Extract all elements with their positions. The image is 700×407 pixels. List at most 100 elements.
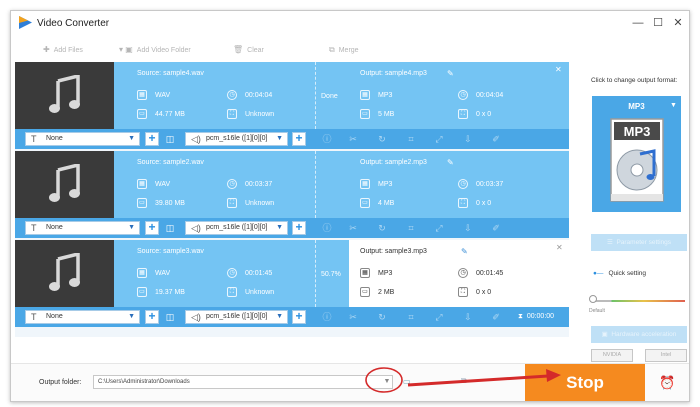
app-window: Video Converter — ☐ ✕ ✚ Add Files ▾ ▣ Add …	[10, 10, 690, 402]
audio-thumbnail	[15, 151, 114, 218]
subtitle-dropdown[interactable]: T None ▼	[25, 221, 140, 235]
add-subtitle-button[interactable]: +	[145, 221, 159, 235]
info-icon[interactable]: ⓘ	[322, 223, 332, 233]
add-subtitle-button[interactable]: +	[145, 310, 159, 324]
mp3-file-icon: MP3	[610, 118, 664, 202]
subtitle-settings-icon[interactable]: ◫	[165, 223, 175, 233]
scissors-icon[interactable]: ✂	[348, 134, 358, 144]
remove-task-icon[interactable]: ✕	[556, 243, 563, 252]
audio-track-dropdown[interactable]: ◁) pcm_s16le ([1][0][0] ▼	[185, 132, 288, 146]
task-divider	[315, 62, 316, 129]
intel-chip[interactable]: Intel	[645, 349, 687, 362]
add-video-folder-button[interactable]: ▾ ▣ Add Video Folder	[119, 44, 191, 56]
output-size: ▭ 5 MB	[360, 109, 394, 120]
effect-icon[interactable]: ⤢	[434, 223, 444, 233]
rotate-icon[interactable]: ↻	[377, 223, 387, 233]
subtitle-dropdown[interactable]: T None ▼	[25, 310, 140, 324]
edit-pen-icon[interactable]: ✐	[491, 223, 501, 233]
add-subtitle-button[interactable]: +	[145, 132, 159, 146]
minimize-button[interactable]: —	[631, 16, 645, 30]
parameter-settings-button[interactable]: ☰ Parameter settings	[591, 234, 687, 251]
crop-icon[interactable]: ⌗	[406, 134, 416, 144]
clear-button[interactable]: 🗑 Clear	[233, 44, 264, 56]
quality-slider-handle[interactable]	[589, 295, 597, 303]
maximize-button[interactable]: ☐	[651, 16, 665, 30]
edit-pen-icon[interactable]: ✐	[491, 134, 501, 144]
watermark-icon[interactable]: ⇩	[463, 134, 473, 144]
add-audio-track-button[interactable]: +	[292, 310, 306, 324]
subtitle-settings-icon[interactable]: ◫	[165, 134, 175, 144]
add-audio-track-button[interactable]: +	[292, 221, 306, 235]
output-format-selector[interactable]: MP3 ▼ MP3	[592, 96, 681, 212]
clock-icon: ◷	[458, 179, 468, 190]
source-resolution: ⛶ Unknown	[227, 198, 274, 209]
elapsed-timer: ⧗ 00:00:00	[518, 313, 555, 320]
merge-output-icon[interactable]: ⧉	[461, 376, 475, 388]
source-size: ▭ 39.80 MB	[137, 198, 185, 209]
output-resolution: ⛶ 0 x 0	[458, 109, 491, 120]
task-row[interactable]: Source: sample2.wav ▦ WAV ◷ 00:03:37 ▭ 39.8…	[15, 151, 569, 238]
speaker-icon: ◁)	[191, 312, 201, 322]
info-icon[interactable]: ⓘ	[322, 134, 332, 144]
add-audio-track-button[interactable]: +	[292, 132, 306, 146]
output-format: ▦ MP3	[360, 268, 392, 279]
open-folder-icon[interactable]: ▭	[403, 377, 417, 387]
alarm-clock-icon[interactable]: ⏰	[659, 375, 675, 391]
task-divider	[315, 240, 316, 307]
output-format: ▦ MP3	[360, 90, 392, 101]
clock-icon: ◷	[227, 268, 237, 279]
output-duration: ◷ 00:03:37	[458, 179, 503, 190]
source-size: ▭ 44.77 MB	[137, 109, 185, 120]
subtitle-dropdown[interactable]: T None ▼	[25, 132, 140, 146]
output-format: ▦ MP3	[360, 179, 392, 190]
close-button[interactable]: ✕	[671, 16, 685, 30]
hardware-acceleration-button[interactable]: ▣ Hardware acceleration	[591, 326, 687, 343]
info-icon[interactable]: ⓘ	[322, 312, 332, 322]
rotate-icon[interactable]: ↻	[377, 134, 387, 144]
quality-slider-track[interactable]	[593, 300, 685, 302]
crop-icon[interactable]: ⌗	[406, 312, 416, 322]
edit-pen-icon[interactable]: ✐	[491, 312, 501, 322]
task-row-active[interactable]: Source: sample3.wav ▦ WAV ◷ 00:01:45 ▭ 19.3…	[15, 240, 569, 327]
quick-setting: ●— Quick setting	[593, 270, 647, 277]
task-progress: 50.7%	[321, 271, 341, 278]
output-size: ▭ 4 MB	[360, 198, 394, 209]
nvidia-chip[interactable]: NVIDIA	[591, 349, 633, 362]
rotate-icon[interactable]: ↻	[377, 312, 387, 322]
subtitle-settings-icon[interactable]: ◫	[165, 312, 175, 322]
output-folder-field[interactable]: C:\Users\Administrator\Downloads	[93, 375, 393, 389]
format-icon: ▦	[137, 179, 147, 190]
audio-track-dropdown[interactable]: ◁) pcm_s16le ([1][0][0] ▼	[185, 310, 288, 324]
rename-pencil-icon[interactable]: ✎	[461, 247, 468, 256]
clock-icon: ◷	[227, 179, 237, 190]
chevron-down-icon[interactable]: ▼	[381, 377, 393, 387]
effect-icon[interactable]: ⤢	[434, 134, 444, 144]
resolution-icon: ⛶	[458, 109, 468, 120]
task-list: Source: sample4.wav ▦ WAV ◷ 00:04:04 ▭ 44.7…	[15, 62, 569, 337]
stop-button[interactable]: Stop	[525, 364, 645, 401]
remove-task-icon[interactable]: ✕	[555, 65, 562, 74]
scissors-icon[interactable]: ✂	[348, 223, 358, 233]
output-filename: Output: sample2.mp3	[360, 159, 427, 166]
hourglass-icon: ⧗	[518, 313, 523, 320]
bottom-bar: Output folder: C:\Users\Administrator\Do…	[11, 363, 689, 401]
watermark-icon[interactable]: ⇩	[463, 223, 473, 233]
audio-track-dropdown[interactable]: ◁) pcm_s16le ([1][0][0] ▼	[185, 221, 288, 235]
rename-pencil-icon[interactable]: ✎	[447, 69, 454, 78]
crop-icon[interactable]: ⌗	[406, 223, 416, 233]
scissors-icon[interactable]: ✂	[348, 312, 358, 322]
resolution-icon: ⛶	[458, 198, 468, 209]
watermark-icon[interactable]: ⇩	[463, 312, 473, 322]
rename-pencil-icon[interactable]: ✎	[447, 158, 454, 167]
selected-format: MP3	[628, 102, 645, 111]
format-icon: ▦	[137, 90, 147, 101]
effect-icon[interactable]: ⤢	[434, 312, 444, 322]
window-title: Video Converter	[37, 18, 110, 29]
source-filename: Source: sample2.wav	[137, 159, 204, 166]
task-row[interactable]: Source: sample4.wav ▦ WAV ◷ 00:04:04 ▭ 44.7…	[15, 62, 569, 149]
task-toolbar: T None ▼ + ◫ ◁) pcm_s16le ([1][0][0] ▼ + ⓘ ✂…	[15, 307, 569, 327]
merge-button[interactable]: ⧉ Merge	[329, 44, 359, 56]
source-duration: ◷ 00:01:45	[227, 268, 272, 279]
add-files-button[interactable]: ✚ Add Files	[43, 44, 83, 56]
clear-label: Clear	[247, 47, 264, 54]
